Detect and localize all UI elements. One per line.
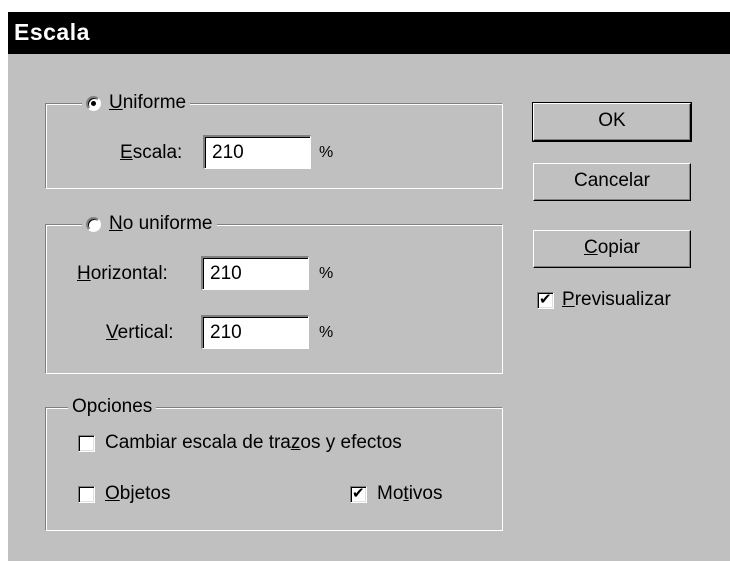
objects-label: Objetos xyxy=(105,483,171,504)
uniform-label: Uniforme xyxy=(109,92,187,113)
non-uniform-radio-button[interactable] xyxy=(86,216,101,232)
horizontal-input[interactable]: 210 xyxy=(201,256,309,290)
uniform-radio-button[interactable] xyxy=(86,95,101,111)
scale-strokes-checkbox[interactable] xyxy=(78,434,95,452)
uniform-radio[interactable]: Uniforme xyxy=(82,91,191,115)
uniform-group: Uniforme Escala: 210 % xyxy=(45,91,503,189)
scale-strokes-label: Cambiar escala de trazos y efectos xyxy=(105,432,402,453)
horizontal-label: Horizontal: xyxy=(77,263,168,284)
scale-unit: % xyxy=(319,144,334,161)
preview-option[interactable]: Previsualizar xyxy=(537,288,671,312)
non-uniform-group: No uniforme Horizontal: 210 % Vertical: … xyxy=(45,212,503,374)
objects-option[interactable]: Objetos xyxy=(78,482,170,506)
non-uniform-label: No uniforme xyxy=(109,213,213,234)
vertical-unit: % xyxy=(319,324,334,341)
patterns-checkbox[interactable] xyxy=(350,484,367,503)
patterns-option[interactable]: Motivos xyxy=(350,482,442,506)
ok-button[interactable]: OK xyxy=(532,102,692,142)
title-bar: Escala xyxy=(8,12,730,54)
scale-input[interactable]: 210 xyxy=(203,135,311,169)
options-legend: Opciones xyxy=(68,395,157,419)
non-uniform-radio[interactable]: No uniforme xyxy=(82,212,217,236)
vertical-input[interactable]: 210 xyxy=(201,315,309,349)
copy-button[interactable]: Copiar xyxy=(533,230,691,268)
scale-strokes-option[interactable]: Cambiar escala de trazos y efectos xyxy=(78,431,402,455)
vertical-label: Vertical: xyxy=(106,322,174,343)
patterns-label: Motivos xyxy=(377,483,443,504)
horizontal-unit: % xyxy=(319,265,334,282)
scale-dialog: Escala Uniforme Escala: 210 % No uniform… xyxy=(8,12,730,561)
options-group: Opciones Cambiar escala de trazos y efec… xyxy=(45,395,503,531)
preview-label: Previsualizar xyxy=(562,289,671,310)
preview-checkbox[interactable] xyxy=(537,290,554,309)
dialog-title: Escala xyxy=(14,19,90,45)
scale-label: Escala: xyxy=(120,142,183,163)
objects-checkbox[interactable] xyxy=(78,485,95,503)
cancel-button[interactable]: Cancelar xyxy=(533,163,691,201)
